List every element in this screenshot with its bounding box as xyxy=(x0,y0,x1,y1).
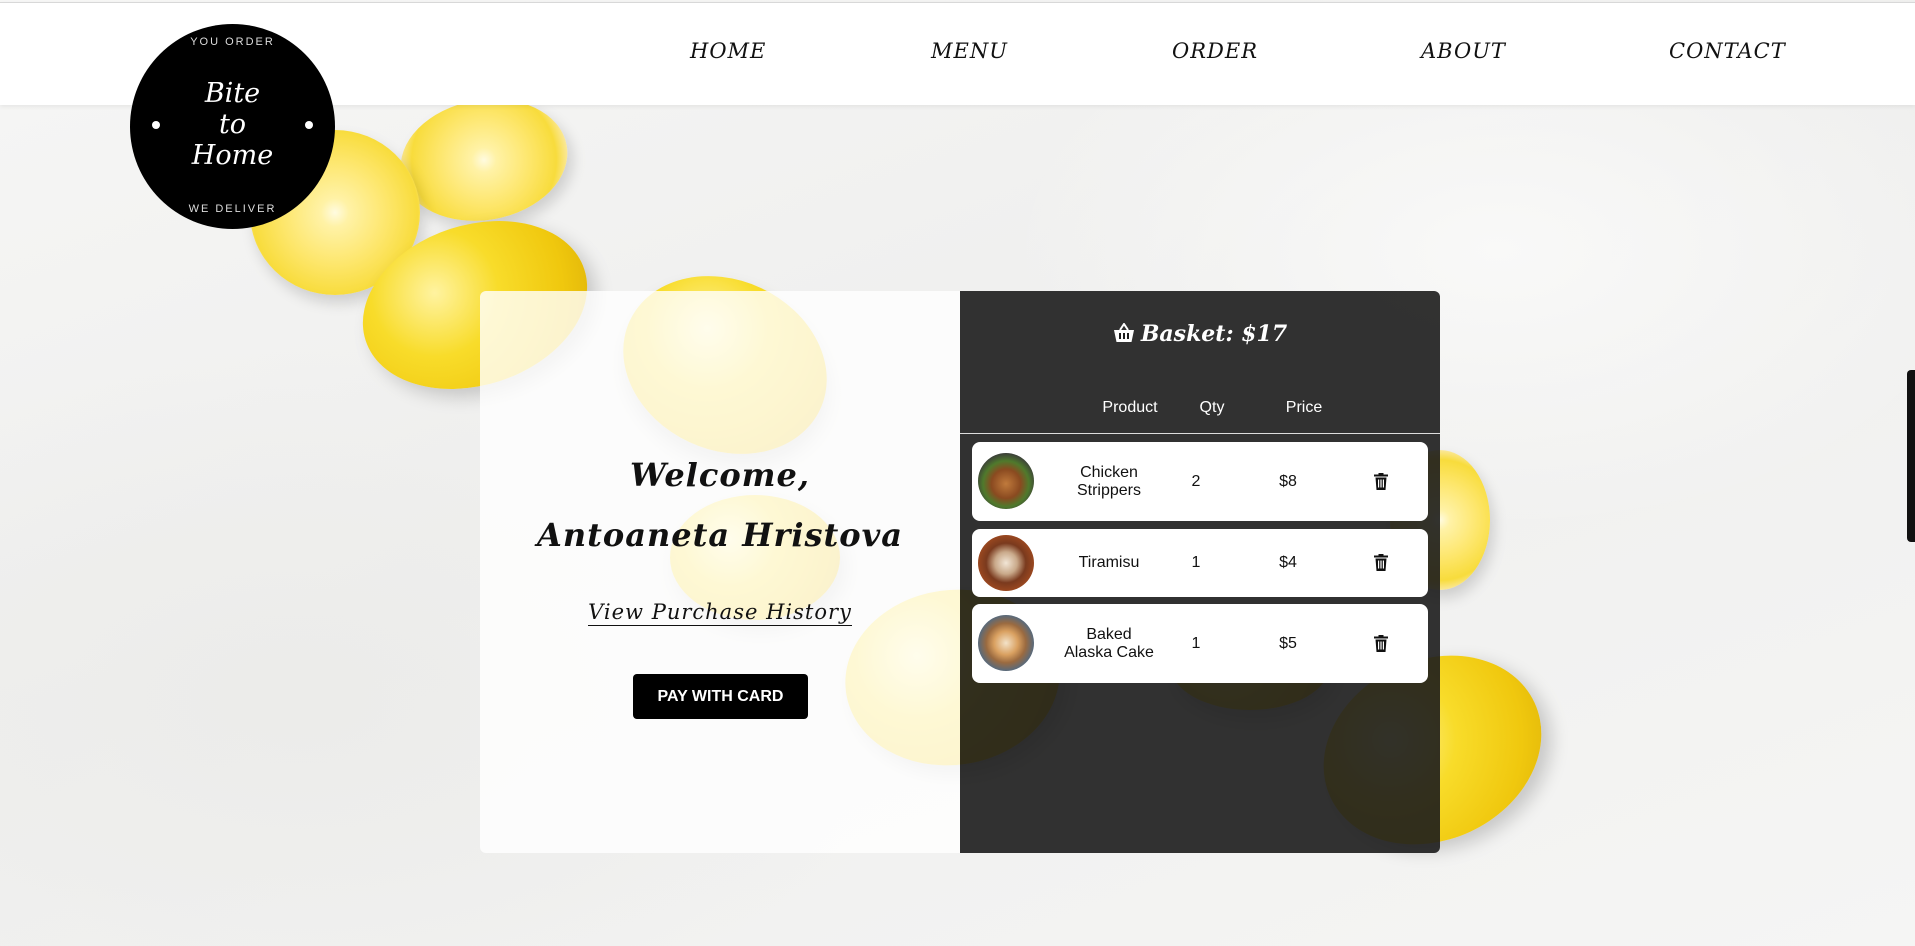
food-thumbnail xyxy=(978,453,1034,509)
site-logo[interactable]: YOU ORDER Bite to Home WE DELIVER xyxy=(130,24,335,229)
nav-contact[interactable]: CONTACT xyxy=(1669,39,1786,63)
column-header-price: Price xyxy=(1285,399,1323,416)
nav-menu[interactable]: MENU xyxy=(931,39,1008,63)
user-name: Antoaneta Hristova xyxy=(537,516,903,554)
column-header-product: Product xyxy=(1102,399,1158,416)
trash-icon[interactable] xyxy=(1374,635,1388,652)
product-name: Tiramisu xyxy=(1078,554,1140,571)
trash-icon[interactable] xyxy=(1374,473,1388,490)
product-name: Baked Alaska Cake xyxy=(1064,626,1154,661)
logo-tagline-top: YOU ORDER xyxy=(190,36,275,48)
basket-item-row: Baked Alaska Cake 1 $5 xyxy=(972,604,1428,683)
pay-with-card-button[interactable]: PAY WITH CARD xyxy=(633,674,808,719)
welcome-panel: Welcome, Antoaneta Hristova View Purchas… xyxy=(480,291,960,853)
product-qty: 1 xyxy=(1191,635,1201,652)
basket-header: Basket: $17 xyxy=(960,321,1440,347)
checkout-card: Welcome, Antoaneta Hristova View Purchas… xyxy=(480,291,1440,853)
welcome-heading: Welcome, xyxy=(629,456,811,494)
basket-panel: Basket: $17 Product Qty Price Chicken St… xyxy=(960,291,1440,853)
purchase-history-link-wrap: View Purchase History xyxy=(480,600,960,626)
basket-total: Basket: $17 xyxy=(1140,321,1288,347)
basket-item-row: Chicken Strippers 2 $8 xyxy=(972,442,1428,521)
purchase-history-link[interactable]: View Purchase History xyxy=(588,600,852,626)
product-name: Chicken Strippers xyxy=(1076,464,1142,499)
nav-order[interactable]: ORDER xyxy=(1172,39,1258,63)
food-thumbnail xyxy=(978,535,1034,591)
basket-icon xyxy=(1113,322,1134,342)
table-divider xyxy=(960,433,1440,434)
food-thumbnail xyxy=(978,615,1034,671)
logo-dot xyxy=(152,121,160,129)
trash-icon[interactable] xyxy=(1374,554,1388,571)
product-qty: 2 xyxy=(1191,473,1201,490)
nav-about[interactable]: ABOUT xyxy=(1421,39,1506,63)
basket-item-row: Tiramisu 1 $4 xyxy=(972,529,1428,597)
logo-brand-line: Home xyxy=(191,140,274,171)
product-price: $8 xyxy=(1279,473,1297,490)
logo-tagline-bottom: WE DELIVER xyxy=(188,203,277,215)
product-price: $4 xyxy=(1279,554,1297,571)
logo-dot xyxy=(305,121,313,129)
scrollbar-thumb[interactable] xyxy=(1907,370,1915,542)
logo-brand-line: Bite xyxy=(204,78,261,109)
product-qty: 1 xyxy=(1191,554,1201,571)
column-header-qty: Qty xyxy=(1199,399,1225,416)
product-price: $5 xyxy=(1279,635,1297,652)
nav-home[interactable]: HOME xyxy=(690,39,766,63)
